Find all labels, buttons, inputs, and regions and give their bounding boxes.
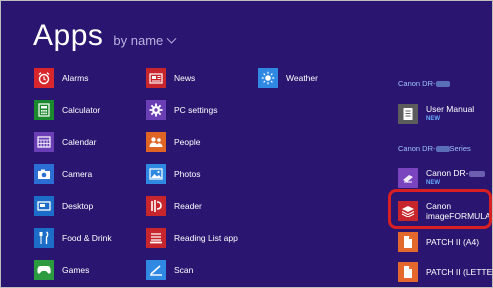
app-label: Food & Drink [62,233,112,243]
camera-icon [34,164,54,184]
gear-icon [146,100,166,120]
app-label: PATCH II (LETTER) [426,267,493,277]
page-title: Apps [33,19,104,52]
new-badge: NEW [426,180,440,186]
app-tile-scan[interactable]: Scan [146,259,193,281]
group-heading-text: Canon DR- [398,144,436,153]
app-label: Desktop [62,201,94,211]
app-label: Weather [286,73,318,83]
app-label-text: Canon DR- [426,168,469,178]
app-tile-reader[interactable]: Reader [146,195,202,217]
group-heading-suffix: Series [449,144,471,153]
calendar-icon [34,132,54,152]
app-label: People [174,137,201,147]
app-tile-patch-a4[interactable]: PATCH II (A4) [398,231,479,253]
group-heading-canon-dr: Canon DR- [398,79,450,88]
reader-icon [146,196,166,216]
app-tile-user-manual[interactable]: User Manual NEW [398,103,474,125]
app-label: PC settings [174,105,218,115]
app-tile-patch-letter[interactable]: PATCH II (LETTER) [398,261,493,283]
app-label: Reading List app [174,233,238,243]
app-tile-news[interactable]: News [146,67,195,89]
group-heading-text: Canon DR- [398,79,436,88]
document-icon [398,104,418,124]
app-label: Reader [174,201,202,211]
app-label: Alarms [62,73,89,83]
news-icon [146,68,166,88]
fork-knife-icon [34,228,54,248]
app-tile-desktop[interactable]: Desktop [34,195,93,217]
app-label: PATCH II (A4) [426,237,480,247]
chevron-down-icon [166,33,177,44]
sun-icon [258,68,278,88]
alarm-clock-icon [34,68,54,88]
app-label-group: User Manual NEW [426,104,474,124]
app-label-group: Canon DR- NEW [426,168,485,188]
photo-icon [146,164,166,184]
app-label: Canon DR- [426,168,485,178]
app-label: News [174,73,196,83]
sort-label: by name [113,33,164,48]
app-tile-camera[interactable]: Camera [34,163,92,185]
app-tile-people[interactable]: People [146,131,200,153]
app-tile-photos[interactable]: Photos [146,163,200,185]
scanner-icon [398,168,418,188]
redacted-mark [435,146,450,153]
desktop-icon [34,196,54,216]
app-tile-canon-dr[interactable]: Canon DR- NEW [398,167,485,189]
apps-header: Apps by name [33,19,177,53]
app-label: Scan [174,265,194,275]
app-label: Photos [174,169,201,179]
gamepad-icon [34,260,54,280]
app-tile-pc-settings[interactable]: PC settings [146,99,217,121]
app-tile-food-drink[interactable]: Food & Drink [34,227,112,249]
redacted-mark [468,170,485,177]
app-label: Camera [62,169,93,179]
redacted-mark [435,81,450,88]
app-label: Calendar [62,137,97,147]
patch-document-icon [398,262,418,282]
apps-screen: Apps by name Alarms Calculator Calendar … [0,0,493,288]
app-label: Games [62,265,90,275]
reading-list-icon [146,228,166,248]
new-badge: NEW [426,116,440,122]
app-tile-alarms[interactable]: Alarms [34,67,88,89]
people-icon [146,132,166,152]
app-label: Calculator [62,105,101,115]
patch-document-icon [398,232,418,252]
sort-by-dropdown[interactable]: by name [113,33,177,48]
app-tile-calendar[interactable]: Calendar [34,131,97,153]
app-tile-games[interactable]: Games [34,259,89,281]
app-tile-reading-list[interactable]: Reading List app [146,227,238,249]
group-heading-canon-dr-series: Canon DR- Series [398,144,471,153]
app-label: User Manual [426,104,475,114]
calculator-icon [34,100,54,120]
app-tile-weather[interactable]: Weather [258,67,318,89]
highlight-box [388,189,492,229]
scan-icon [146,260,166,280]
app-tile-calculator[interactable]: Calculator [34,99,100,121]
